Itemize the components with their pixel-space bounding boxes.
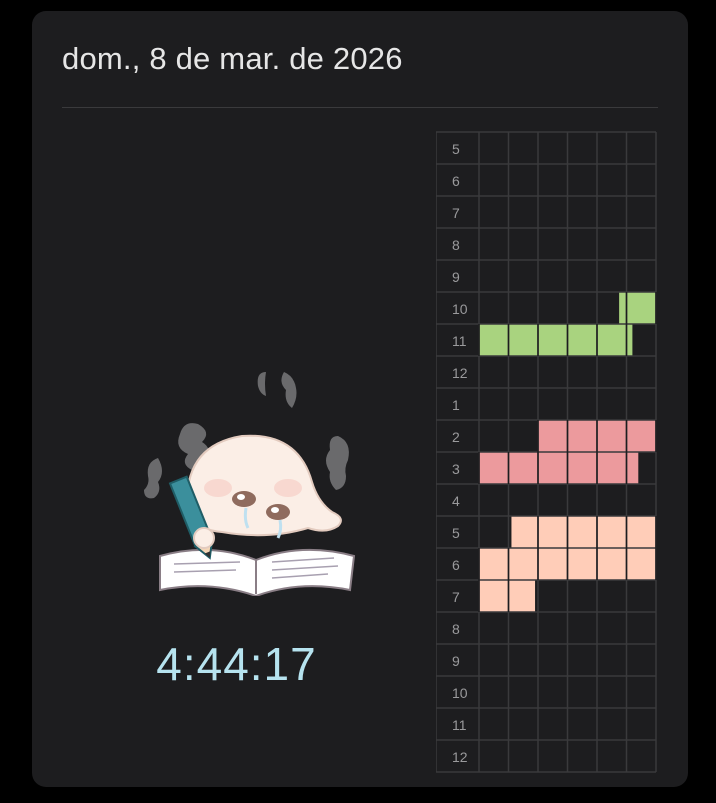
hour-label: 12: [452, 365, 468, 381]
hour-label: 11: [452, 333, 467, 349]
hour-label: 2: [452, 429, 460, 445]
hour-label: 9: [452, 653, 460, 669]
studying-ghost-icon: [128, 366, 368, 601]
hour-label: 6: [452, 557, 460, 573]
hour-label: 3: [452, 461, 460, 477]
hour-label: 11: [452, 717, 467, 733]
hourly-timeline-grid: 5 6 7 8 9 10 11 12 1 2 3 4 5 6 7 8 9 10 11 12: [436, 130, 658, 776]
date-header: dom., 8 de mar. de 2026: [62, 41, 403, 76]
hour-label: 5: [452, 141, 460, 157]
hour-label: 8: [452, 237, 460, 253]
hour-label: 7: [452, 589, 460, 605]
header-divider: [62, 107, 658, 108]
hour-label: 12: [452, 749, 468, 765]
time-block-7: [479, 580, 536, 612]
daily-summary-card: dom., 8 de mar. de 2026 4:44:17 5 6 7 8 …: [32, 11, 688, 787]
time-block-5: [511, 516, 656, 548]
hour-label: 4: [452, 493, 460, 509]
hour-label: 1: [452, 397, 460, 413]
hour-label: 10: [452, 685, 468, 701]
hour-label: 5: [452, 525, 460, 541]
hour-label: 7: [452, 205, 460, 221]
hour-label: 9: [452, 269, 460, 285]
time-block-2: [479, 324, 633, 356]
time-block-4: [479, 452, 639, 484]
elapsed-timer: 4:44:17: [156, 638, 317, 690]
time-block-1: [619, 292, 656, 324]
hour-label: 6: [452, 173, 460, 189]
hour-label: 10: [452, 301, 468, 317]
hour-label: 8: [452, 621, 460, 637]
timeline-svg: 56789101112123456789101112: [436, 131, 657, 773]
